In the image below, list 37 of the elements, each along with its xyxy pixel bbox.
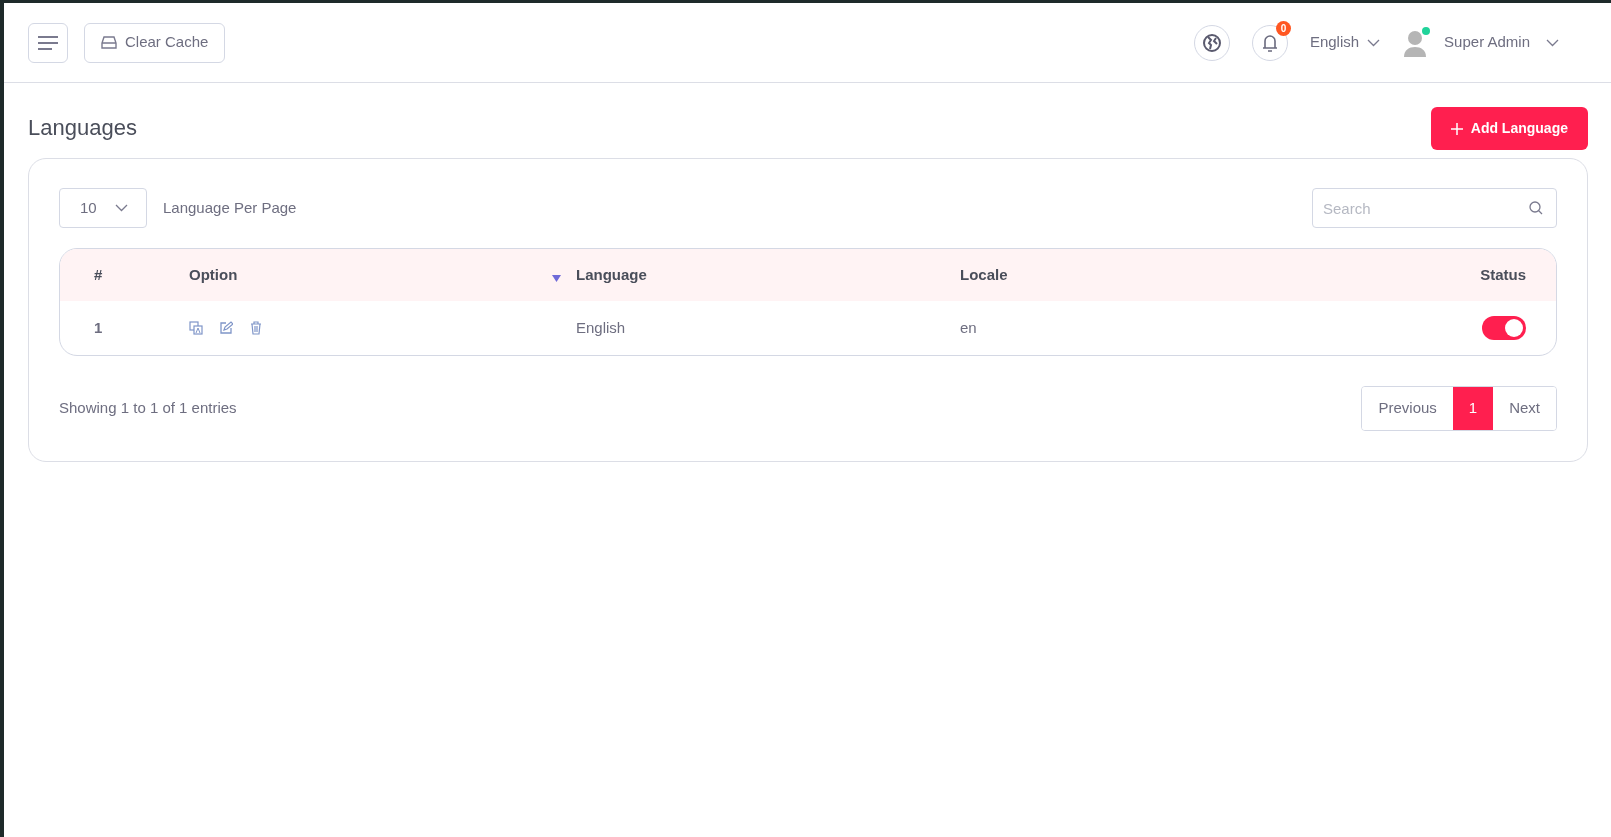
table-cell-text: English xyxy=(576,317,627,338)
column-header: Option xyxy=(189,264,239,285)
page-button[interactable]: 1 xyxy=(1452,387,1494,430)
chevron-down-icon xyxy=(1367,38,1381,47)
menu-button[interactable] xyxy=(28,22,68,63)
search-field[interactable]: Search xyxy=(1312,188,1557,228)
chevron-down-icon xyxy=(1546,38,1559,47)
search-icon xyxy=(1529,201,1543,215)
globe-icon xyxy=(1201,32,1222,53)
page-title: Languages xyxy=(28,115,137,142)
drive-icon xyxy=(101,36,117,49)
trash-icon[interactable] xyxy=(249,321,263,335)
translate-icon[interactable] xyxy=(189,321,203,335)
per-page-select[interactable]: 10 xyxy=(59,188,147,228)
column-header: # xyxy=(94,264,104,285)
entries-summary: Showing 1 to 1 of 1 entries xyxy=(59,398,237,419)
menu-icon xyxy=(38,35,58,50)
chevron-down-icon xyxy=(115,204,128,212)
table-cell-text: en xyxy=(960,317,978,338)
language-dropdown[interactable]: English xyxy=(1309,31,1381,54)
avatar-icon xyxy=(1402,28,1429,57)
per-page-label: Language Per Page xyxy=(163,197,297,218)
bell-icon xyxy=(1261,32,1278,53)
notification-button[interactable]: 0 xyxy=(1251,24,1288,61)
plus-icon xyxy=(1450,122,1463,135)
column-header: Locale xyxy=(960,264,1009,285)
table-cell-text: 1 xyxy=(94,317,104,338)
globe-button[interactable] xyxy=(1193,24,1230,61)
column-header: Language xyxy=(576,264,648,285)
status-toggle[interactable] xyxy=(1482,316,1526,340)
user-menu[interactable]: Super Admin xyxy=(1402,28,1559,57)
clear-cache-button[interactable]: Clear Cache xyxy=(84,22,226,63)
edit-icon[interactable] xyxy=(219,321,233,335)
sort-icon[interactable] xyxy=(551,274,561,282)
add-language-button[interactable]: Add Language xyxy=(1430,107,1588,150)
notification-count: 0 xyxy=(1275,20,1291,36)
column-header: Status xyxy=(1480,264,1526,285)
